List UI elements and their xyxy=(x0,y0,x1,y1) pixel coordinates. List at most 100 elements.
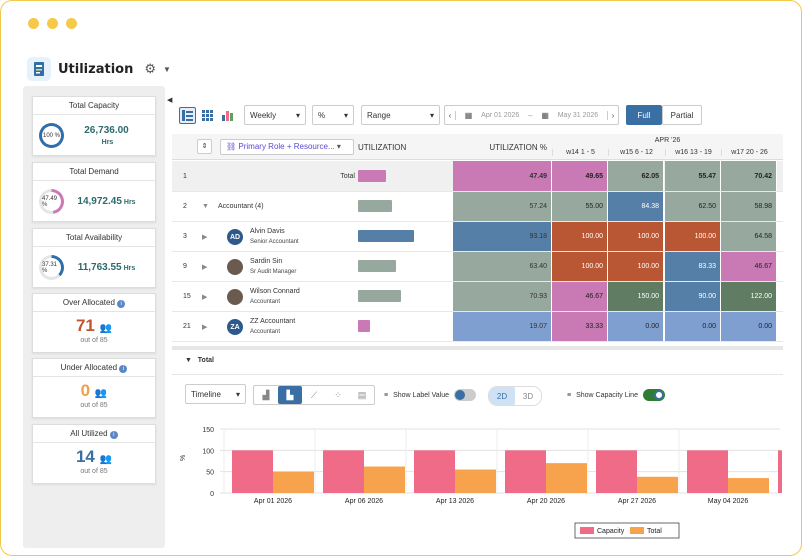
unit-select[interactable]: % ▾ xyxy=(312,105,354,125)
grid-view-icon[interactable] xyxy=(179,106,196,124)
total-availability-card[interactable]: Total Availability 37.31 % 11,763.55 Hrs xyxy=(32,228,156,288)
heatmap-view-icon[interactable] xyxy=(199,107,216,124)
table-row[interactable]: 3 ▶ AD Alvin Davis Senior Accountant 93.18 100… xyxy=(172,222,783,252)
week-cell[interactable]: 33.33 xyxy=(552,312,608,341)
week-header[interactable]: w14 1 - 5 xyxy=(552,149,608,156)
bar-chart-icon[interactable]: ▙ xyxy=(278,386,302,404)
week-cell[interactable]: 84.38 xyxy=(608,192,664,221)
week-cell[interactable]: 46.67 xyxy=(721,252,777,281)
col-utilization-pct[interactable]: UTILIZATION % xyxy=(453,143,547,152)
y-tick-label: 50 xyxy=(206,470,214,477)
partial-button[interactable]: Partial xyxy=(662,105,702,125)
expand-icon[interactable]: ▶ xyxy=(202,252,207,281)
week-cell[interactable]: 55.00 xyxy=(552,192,608,221)
collapse-icon[interactable]: ▼ xyxy=(185,357,192,364)
window-dot[interactable] xyxy=(66,18,77,29)
3d-button[interactable]: 3D xyxy=(515,387,541,405)
full-button[interactable]: Full xyxy=(626,105,662,125)
chart-type-switcher: ▟ ▙ ⟋ ⁘ ▤ xyxy=(253,385,375,405)
expand-collapse-button[interactable]: ⇕ xyxy=(197,139,212,154)
total-demand-card[interactable]: Total Demand 47.49 % 14,972.45 Hrs xyxy=(32,162,156,222)
week-cell[interactable]: 100.00 xyxy=(552,252,608,281)
week-cell[interactable]: 49.65 xyxy=(552,161,608,191)
total-capacity-card[interactable]: Total Capacity 100 % 26,736.00 Hrs xyxy=(32,96,156,156)
expand-icon[interactable]: ▶ xyxy=(202,312,207,341)
week-cell[interactable]: 100.00 xyxy=(552,222,608,251)
period-select[interactable]: Weekly ▾ xyxy=(244,105,306,125)
bar-capacity xyxy=(323,450,364,493)
2d-button[interactable]: 2D xyxy=(489,387,515,405)
date-range-picker[interactable]: ‹ ▦ Apr 01 2026 – ▦ May 31 2026 › xyxy=(444,105,619,125)
prev-arrow-icon[interactable]: ‹ xyxy=(445,110,456,120)
y-tick-label: 0 xyxy=(210,491,214,498)
chevron-down-icon: ▾ xyxy=(429,110,434,120)
over-allocated-card[interactable]: Over Allocated i 71 👥 out of 85 xyxy=(32,293,156,353)
week-cell[interactable]: 0.00 xyxy=(721,312,777,341)
week-header[interactable]: w17 20 - 26 xyxy=(721,149,777,156)
info-icon[interactable]: i xyxy=(117,300,126,308)
area-chart-icon[interactable]: ▟ xyxy=(254,386,278,404)
under-allocated-card[interactable]: Under Allocated i 0 👥 out of 85 xyxy=(32,358,156,418)
window-dot[interactable] xyxy=(28,18,39,29)
range-select[interactable]: Range ▾ xyxy=(361,105,440,125)
all-utilized-card[interactable]: All Utilized i 14 👥 out of 85 xyxy=(32,424,156,484)
table-row[interactable]: 21 ▶ ZA ZZ Accountant Accountant 19.07 33.33 0.… xyxy=(172,312,783,342)
line-chart-icon[interactable]: ⟋ xyxy=(302,386,326,404)
bar-chart-view-icon[interactable] xyxy=(219,107,236,124)
date-from[interactable]: Apr 01 2026 xyxy=(481,112,519,119)
week-cell[interactable]: 0.00 xyxy=(665,312,721,341)
week-header[interactable]: w15 6 - 12 xyxy=(608,149,664,156)
utilization-pct-cell: 63.40 xyxy=(453,252,552,281)
table-row[interactable]: 2 ▼ Accountant (4) 57.24 55.00 84.38 62.50 58.9… xyxy=(172,192,783,222)
week-cell[interactable]: 64.58 xyxy=(721,222,777,251)
utilization-bar xyxy=(358,260,396,272)
resource-name: Wilson Connard xyxy=(250,288,300,295)
expand-icon[interactable]: ▶ xyxy=(202,282,207,311)
week-cell[interactable]: 83.33 xyxy=(665,252,721,281)
week-cell[interactable]: 150.00 xyxy=(608,282,664,311)
calendar-icon[interactable]: ▦ xyxy=(465,111,473,120)
group-by-select[interactable]: ⛓ Primary Role + Resource... ▾ xyxy=(220,139,354,155)
window-dot[interactable] xyxy=(47,18,58,29)
week-cell[interactable]: 0.00 xyxy=(608,312,664,341)
week-cell[interactable]: 46.67 xyxy=(552,282,608,311)
next-arrow-icon[interactable]: › xyxy=(607,110,618,120)
show-capacity-line-toggle[interactable] xyxy=(642,389,665,401)
y-tick-label: 100 xyxy=(202,448,214,455)
table-row[interactable]: 9 ▶ Sardin Sin Sr Audit Manager 63.40 100.00 1… xyxy=(172,252,783,282)
table-row[interactable]: 1 Total 47.49 49.65 62.05 55.47 70.42 xyxy=(172,161,783,192)
total-section-header[interactable]: ▼ Total xyxy=(185,357,214,364)
week-cell[interactable]: 100.00 xyxy=(665,222,721,251)
calendar-icon[interactable]: ▦ xyxy=(541,111,549,120)
x-tick-label: Apr 27 2026 xyxy=(618,498,656,505)
settings-gear-icon[interactable]: ⚙ xyxy=(144,61,156,77)
col-utilization[interactable]: UTILIZATION xyxy=(358,143,406,152)
week-cell[interactable]: 100.00 xyxy=(608,222,664,251)
date-to[interactable]: May 31 2026 xyxy=(558,112,598,119)
stacked-chart-icon[interactable]: ▤ xyxy=(350,386,374,404)
week-cell[interactable]: 70.42 xyxy=(721,161,777,191)
week-cell[interactable]: 62.05 xyxy=(608,161,664,191)
show-label-value-toggle[interactable] xyxy=(454,389,477,401)
chevron-down-icon[interactable]: ▼ xyxy=(163,65,171,74)
week-header[interactable]: w16 13 - 19 xyxy=(665,149,721,156)
view-select[interactable]: Timeline ▾ xyxy=(185,384,246,404)
info-icon[interactable]: i xyxy=(119,365,128,373)
week-cell[interactable]: 100.00 xyxy=(608,252,664,281)
info-icon[interactable]: i xyxy=(109,431,118,439)
metric-value: 14,972.45 Hrs xyxy=(77,196,136,207)
collapse-sidebar-icon[interactable]: ◀ xyxy=(167,96,172,104)
expand-icon[interactable]: ▼ xyxy=(202,192,209,221)
week-cell[interactable]: 55.47 xyxy=(665,161,721,191)
table-row[interactable]: 15 ▶ Wilson Connard Accountant 70.93 46.67 150… xyxy=(172,282,783,312)
week-cell[interactable]: 90.00 xyxy=(665,282,721,311)
week-cell[interactable]: 62.50 xyxy=(665,192,721,221)
bar-capacity xyxy=(778,450,782,493)
week-cell[interactable]: 122.00 xyxy=(721,282,777,311)
week-cell[interactable]: 58.98 xyxy=(721,192,777,221)
expand-icon[interactable]: ▶ xyxy=(202,222,207,251)
utilization-app-icon xyxy=(27,57,51,81)
scatter-chart-icon[interactable]: ⁘ xyxy=(326,386,350,404)
users-icon: 👥 xyxy=(94,388,108,399)
splitter[interactable] xyxy=(172,346,783,350)
